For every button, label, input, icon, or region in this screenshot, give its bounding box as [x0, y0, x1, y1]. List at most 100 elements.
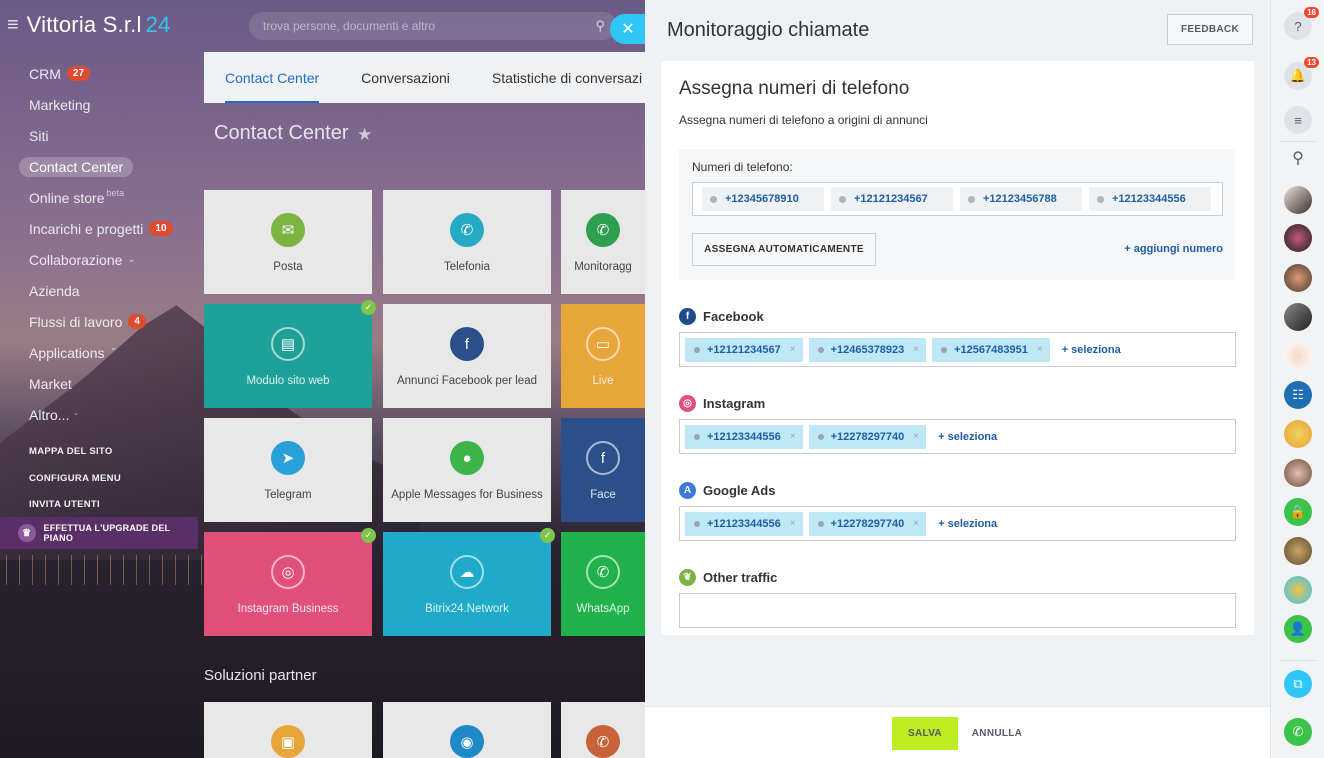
favorite-star-icon[interactable]: ★ [357, 125, 372, 145]
notifications-button[interactable]: 🔔 13 [1284, 57, 1319, 90]
avatar[interactable] [1284, 459, 1312, 487]
auto-assign-button[interactable]: ASSEGNA AUTOMATICAMENTE [692, 233, 876, 266]
menu-item[interactable]: Market [0, 368, 204, 399]
phone-numbers-field[interactable]: +12345678910 +12121234567 +12123456788 +121… [692, 182, 1223, 216]
menu-item[interactable]: Contact Center [0, 151, 204, 182]
avatar[interactable] [1284, 224, 1312, 252]
phone-number-tag[interactable]: +12121234567 [831, 187, 953, 211]
close-slider-button[interactable]: ✕ [610, 14, 646, 44]
select-number-link[interactable]: + seleziona [938, 431, 997, 443]
avatar[interactable] [1284, 264, 1312, 292]
connector-tile[interactable]: ☁ Bitrix24.Network ✓ [383, 528, 555, 636]
menu-item[interactable]: Flussi di lavoro 4 [0, 306, 204, 337]
rail-search-button[interactable]: ⚲ [1284, 144, 1312, 172]
number-chip[interactable]: +12465378923 × [808, 337, 927, 362]
partner-tile[interactable]: ◉ [383, 702, 551, 758]
number-chip[interactable]: +12278297740 × [808, 424, 927, 449]
avatar[interactable] [1284, 420, 1312, 448]
avatar[interactable] [1284, 342, 1312, 370]
upgrade-plan-button[interactable]: ♛ EFFETTUA L'UPGRADE DEL PIANO [0, 517, 198, 549]
counter-badge: 4 [128, 314, 146, 329]
phone-number-tag[interactable]: +12345678910 [702, 187, 824, 211]
copy-button[interactable]: ⧉ [1284, 670, 1312, 698]
partner-tile[interactable]: ▣ [204, 702, 372, 758]
add-number-link[interactable]: + aggiungi numero [1124, 243, 1223, 255]
partner-tile[interactable]: ✆ [561, 702, 645, 758]
group-chat-button[interactable]: ☷ [1284, 381, 1312, 409]
source-facebook: f Facebook +12121234567 × +12465378923 × +1256… [679, 306, 1236, 367]
menu-item[interactable]: Applications ⌃ [0, 337, 204, 368]
avatar[interactable] [1284, 576, 1312, 604]
status-dot-icon [694, 433, 700, 440]
source-numbers-field[interactable] [679, 593, 1236, 628]
menu-item[interactable]: Marketing [0, 89, 204, 120]
phone-number-tag[interactable]: +12123344556 [1089, 187, 1211, 211]
tab-2[interactable]: Statistiche di conversazi [471, 52, 663, 103]
number-chip[interactable]: +12121234567 × [685, 337, 803, 362]
remove-icon[interactable]: × [1037, 344, 1043, 355]
connector-tile[interactable]: ✆ Monitoragg [561, 190, 645, 294]
search-icon[interactable]: ⚲ [595, 18, 605, 34]
connector-tile[interactable]: f Face [561, 418, 645, 522]
connector-tile[interactable]: ◎ Instagram Business ✓ [204, 528, 376, 636]
source-header: ❦ Other traffic [679, 567, 1236, 587]
connector-tile[interactable]: ✆ Telefonia [383, 190, 551, 294]
chat-button[interactable]: ≡ [1284, 106, 1312, 134]
remove-icon[interactable]: × [913, 431, 919, 442]
save-button[interactable]: SALVA [892, 717, 958, 750]
source-numbers-field[interactable]: +12123344556 × +12278297740 × + seleziona [679, 506, 1236, 541]
remove-icon[interactable]: × [913, 518, 919, 529]
avatar[interactable] [1284, 186, 1312, 214]
menu-links: MAPPA DEL SITO CONFIGURA MENU INVITA UTENT… [29, 446, 121, 526]
connector-tile[interactable]: ▤ Modulo sito web ✓ [204, 300, 376, 408]
android-icon: ◉ [450, 725, 484, 758]
avatar[interactable] [1284, 303, 1312, 331]
connector-tile[interactable]: f Annunci Facebook per lead [383, 304, 551, 408]
user-button[interactable]: 👤 [1284, 615, 1312, 643]
remove-icon[interactable]: × [790, 431, 796, 442]
source-numbers-field[interactable]: +12123344556 × +12278297740 × + seleziona [679, 419, 1236, 454]
menu-item-label: Flussi di lavoro [29, 313, 123, 330]
menu-item[interactable]: Azienda [0, 275, 204, 306]
connector-tile[interactable]: ● Apple Messages for Business [383, 418, 551, 522]
rail-divider [1279, 141, 1317, 142]
call-button[interactable]: ✆ [1284, 718, 1312, 746]
menu-item[interactable]: Online store beta [0, 182, 204, 213]
tab-0[interactable]: Contact Center [204, 52, 340, 103]
menu-item[interactable]: Siti [0, 120, 204, 151]
locked-chat-button[interactable]: 🔒 [1284, 498, 1312, 526]
connector-tile[interactable]: ✆ WhatsApp [561, 532, 645, 636]
remove-icon[interactable]: × [790, 518, 796, 529]
select-number-link[interactable]: + seleziona [938, 518, 997, 530]
remove-icon[interactable]: × [913, 344, 919, 355]
menu-link[interactable]: MAPPA DEL SITO [29, 446, 121, 473]
menu-item[interactable]: Collaborazione ⌄ [0, 244, 204, 275]
remove-icon[interactable]: × [790, 344, 796, 355]
help-button[interactable]: ? 16 [1284, 7, 1319, 40]
cancel-button[interactable]: ANNULLA [965, 717, 1029, 750]
source-numbers-field[interactable]: +12121234567 × +12465378923 × +12567483951 × +… [679, 332, 1236, 367]
assign-numbers-card: Assegna numeri di telefono Assegna numer… [661, 61, 1254, 635]
avatar[interactable] [1284, 537, 1312, 565]
select-number-link[interactable]: + seleziona [1062, 344, 1121, 356]
number-chip[interactable]: +12278297740 × [808, 511, 927, 536]
connector-tile[interactable]: ✉ Posta [204, 190, 372, 294]
menu-link[interactable]: CONFIGURA MENU [29, 473, 121, 500]
feedback-button[interactable]: FEEDBACK [1167, 14, 1253, 45]
phone-number-tag[interactable]: +12123456788 [960, 187, 1082, 211]
tab-1[interactable]: Conversazioni [340, 52, 471, 103]
connector-tile[interactable]: ➤ Telegram [204, 418, 372, 522]
source-instagram: ◎ Instagram +12123344556 × +12278297740 × + se… [679, 393, 1236, 454]
menu-burger-icon[interactable]: ≡ [7, 14, 19, 37]
menu-item[interactable]: Incarichi e progetti 10 [0, 213, 204, 244]
search-input[interactable] [263, 19, 583, 33]
menu-item[interactable]: Altro... - [0, 399, 204, 430]
menu-item[interactable]: CRM 27 [0, 58, 204, 89]
apple-messages-icon: ● [450, 441, 484, 475]
connector-tile[interactable]: ▭ Live [561, 304, 645, 408]
number-chip[interactable]: +12123344556 × [685, 424, 803, 449]
number-chip[interactable]: +12567483951 × [932, 337, 1050, 362]
company-logo[interactable]: Vittoria S.r.l 24 [27, 12, 171, 38]
global-search[interactable]: ⚲ [249, 12, 617, 40]
number-chip[interactable]: +12123344556 × [685, 511, 803, 536]
